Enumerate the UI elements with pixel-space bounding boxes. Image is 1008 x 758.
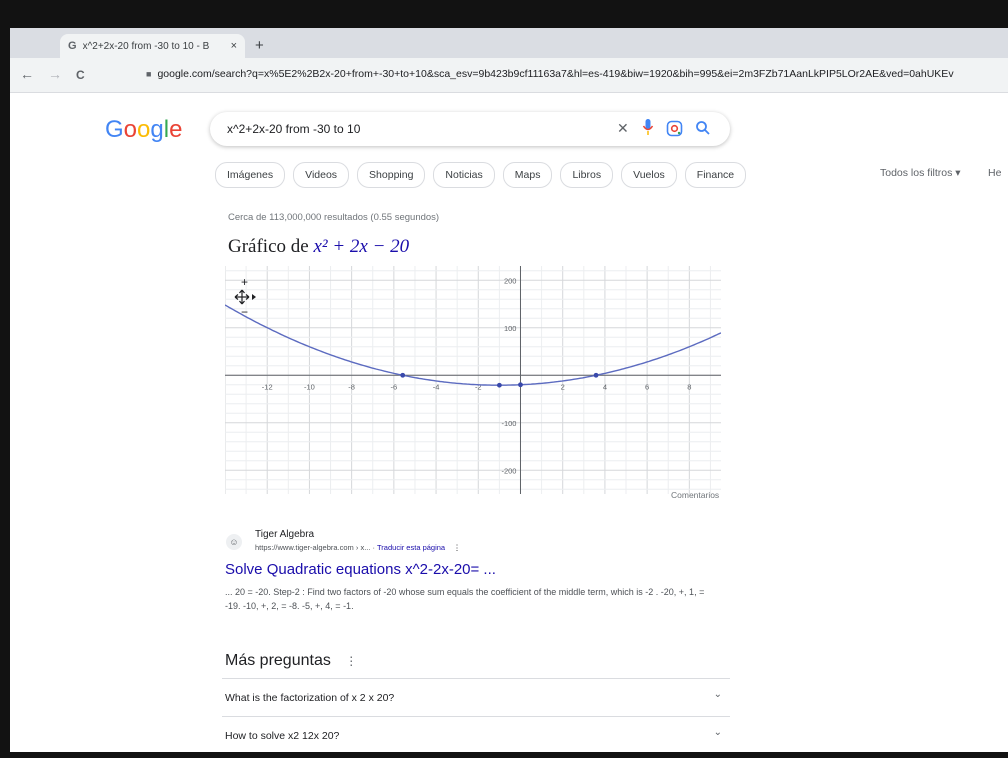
logo-letter: G [105, 116, 124, 143]
forward-icon[interactable]: → [48, 66, 62, 82]
function-curve[interactable] [225, 304, 721, 386]
address-row: ← → C ■ google.com/search?q=x%5E2%2B2x-20… [10, 58, 1008, 93]
result-menu-icon[interactable]: ⋮ [453, 543, 461, 552]
graph-title: Gráfico de x² + 2x − 20 [228, 236, 409, 258]
x-tick-label: -12 [262, 382, 273, 391]
tab-close-icon[interactable]: × [231, 40, 237, 52]
more-questions-label: Más preguntas [225, 652, 331, 669]
x-tick-label: -8 [348, 382, 355, 391]
filter-chips: Imágenes Videos Shopping Noticias Maps L… [215, 162, 747, 188]
more-questions-heading: Más preguntas ⋮ [225, 652, 357, 670]
reload-icon[interactable]: C [76, 68, 85, 82]
result-favicon-icon: ☺ [226, 534, 242, 550]
y-tick-label: 200 [504, 276, 517, 285]
search-icon[interactable] [695, 120, 711, 140]
url-path: /search?q=x%5E2%2B2x-20+from+-30+to+10&s… [211, 68, 954, 80]
logo-letter: g [150, 116, 164, 143]
filter-flights[interactable]: Vuelos [621, 162, 677, 188]
function-graph[interactable]: -12 -10 -8 -6 -4 -2 2 4 6 8 200 100 -100 -200 + − [225, 266, 721, 494]
new-tab-icon[interactable]: + [255, 37, 264, 54]
tools-button[interactable]: He [988, 167, 1001, 179]
logo-letter: e [169, 116, 183, 143]
zoom-in-button[interactable]: + [241, 275, 248, 289]
question-text: How to solve x2 12x 20? [225, 730, 340, 742]
google-favicon-icon: G [68, 40, 77, 52]
graph-title-prefix: Gráfico de [228, 236, 309, 257]
result-stats: Cerca de 113,000,000 resultados (0.55 se… [228, 212, 440, 223]
result-url-text: https://www.tiger-algebra.com › x... · [255, 543, 376, 552]
filter-finance[interactable]: Finance [684, 162, 747, 188]
filter-news[interactable]: Noticias [433, 162, 495, 188]
key-point [518, 382, 523, 388]
clear-icon[interactable]: ✕ [617, 120, 629, 137]
microphone-icon[interactable] [642, 118, 654, 140]
chevron-down-icon: ⌄ [713, 689, 722, 700]
graph-title-expression: x² + 2x − 20 [313, 236, 410, 257]
result-title-link[interactable]: Solve Quadratic equations x^2-2x-20= ... [225, 561, 496, 578]
tab-strip: G x^2+2x-20 from -30 to 10 - B × + [10, 28, 1008, 58]
x-tick-label: 8 [687, 382, 691, 391]
x-tick-label: -2 [475, 382, 482, 391]
y-tick-label: 100 [504, 324, 517, 333]
result-snippet: ... 20 = -20. Step-2 : Find two factors … [225, 587, 705, 611]
search-input[interactable]: x^2+2x-20 from -30 to 10 [227, 122, 360, 136]
feedback-link[interactable]: Comentarios [671, 490, 719, 500]
google-logo[interactable]: Google [105, 116, 182, 144]
y-tick-label: -200 [501, 466, 516, 475]
chevron-down-icon: ⌄ [713, 727, 722, 738]
question-item[interactable]: How to solve x2 12x 20? ⌄ [222, 716, 730, 752]
zoom-out-button[interactable]: − [241, 305, 248, 319]
filter-videos[interactable]: Videos [293, 162, 350, 188]
lens-icon[interactable] [666, 120, 683, 141]
x-tick-label: 4 [603, 382, 607, 391]
graph-axes [225, 266, 721, 494]
all-filters-button[interactable]: Todos los filtros ▾ [880, 167, 961, 179]
filter-shopping[interactable]: Shopping [357, 162, 426, 188]
caret-down-icon: ▾ [955, 167, 961, 179]
question-text: What is the factorization of x 2 x 20? [225, 692, 395, 704]
lock-icon: ■ [146, 69, 152, 79]
back-icon[interactable]: ← [20, 66, 34, 82]
graph-grid [225, 266, 721, 494]
key-point [496, 382, 502, 388]
x-tick-label: -6 [391, 382, 398, 391]
logo-letter: o [123, 116, 138, 143]
key-point [400, 372, 406, 378]
question-item[interactable]: What is the factorization of x 2 x 20? ⌄ [222, 678, 730, 716]
y-tick-label: -100 [501, 419, 516, 428]
translate-link[interactable]: Traducir esta página [377, 543, 445, 552]
pan-icon[interactable] [234, 289, 256, 305]
search-box[interactable]: x^2+2x-20 from -30 to 10 ✕ [210, 112, 730, 146]
tab-title: x^2+2x-20 from -30 to 10 - B [82, 40, 210, 52]
filter-maps[interactable]: Maps [502, 162, 553, 188]
filter-books[interactable]: Libros [560, 162, 614, 188]
browser-screen: G x^2+2x-20 from -30 to 10 - B × + ← → C… [10, 28, 1008, 752]
x-tick-label: -4 [433, 382, 440, 391]
x-tick-label: 6 [645, 382, 649, 391]
x-tick-label: 2 [561, 382, 565, 391]
x-tick-label: -10 [304, 382, 315, 391]
url-host: google.com [157, 68, 212, 80]
result-site-name[interactable]: Tiger Algebra [255, 529, 314, 540]
questions-menu-icon[interactable]: ⋮ [345, 654, 357, 668]
filter-images[interactable]: Imágenes [215, 162, 286, 188]
address-bar[interactable]: ■ google.com/search?q=x%5E2%2B2x-20+from+… [146, 68, 954, 80]
logo-letter: o [137, 116, 151, 143]
key-point [593, 372, 599, 378]
all-filters-label: Todos los filtros [880, 167, 953, 179]
result-url[interactable]: https://www.tiger-algebra.com › x... · T… [255, 543, 461, 552]
browser-tab[interactable]: G x^2+2x-20 from -30 to 10 - B × [60, 34, 245, 58]
